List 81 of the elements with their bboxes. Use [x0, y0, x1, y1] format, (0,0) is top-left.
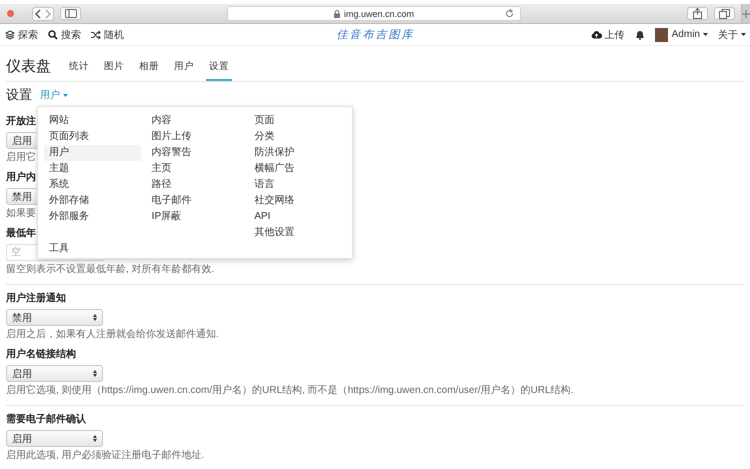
history-buttons[interactable] — [32, 6, 54, 20]
cloud-upload-icon — [590, 30, 602, 39]
select-field[interactable]: 启用 — [6, 430, 103, 447]
tab[interactable]: 图片 — [101, 60, 127, 81]
menu-item[interactable]: 内容 — [146, 113, 244, 129]
field-label: 用户名链接结构 — [6, 349, 76, 361]
select-field[interactable]: 禁用 — [6, 309, 103, 326]
tabs-icon — [718, 8, 730, 18]
nav-link[interactable]: 搜索 — [48, 28, 81, 42]
menu-item[interactable]: 电子邮件 — [146, 193, 244, 209]
menu-item[interactable]: 横幅广告 — [249, 161, 346, 177]
tab[interactable]: 相册 — [136, 60, 162, 81]
tab[interactable]: 设置 — [206, 60, 232, 81]
address-bar[interactable]: img.uwen.cn.com — [227, 6, 521, 21]
caret-icon — [703, 33, 708, 36]
shuffle-icon — [91, 30, 101, 40]
menu-item[interactable]: API — [249, 209, 346, 225]
section-dropdown[interactable]: 用户 — [40, 88, 68, 102]
menu-item[interactable]: IP屏蔽 — [146, 209, 244, 225]
nav-link[interactable]: 随机 — [91, 28, 124, 42]
back-icon — [34, 8, 42, 18]
menu-item[interactable]: 用户 — [44, 145, 141, 161]
upload-link[interactable]: 上传 — [590, 28, 625, 42]
close-dot[interactable] — [7, 10, 14, 17]
menu-item[interactable]: 主题 — [44, 161, 141, 177]
menu-item[interactable]: 路径 — [146, 177, 244, 193]
tabs-button[interactable] — [714, 7, 735, 20]
forward-icon — [44, 8, 52, 18]
new-tab-button[interactable] — [740, 4, 750, 23]
help-text: 如果要 — [6, 207, 36, 220]
menu-item[interactable]: 工具 — [44, 241, 141, 257]
search-icon — [48, 30, 58, 40]
menu-item[interactable]: 外部存储 — [44, 193, 141, 209]
layers-icon — [5, 30, 15, 40]
tab[interactable]: 用户 — [171, 60, 197, 81]
tab[interactable]: 统计 — [66, 60, 92, 81]
help-text: 启用它选项, 则使用（https://img.uwen.cn.com/用户名）的URL结构, 而不是（https://img.uwen.cn.com/user/用户名）的URL结构. — [6, 384, 574, 397]
menu-item[interactable]: 社交网络 — [249, 193, 346, 209]
help-text: 启用它 — [6, 151, 36, 164]
help-text: 启用此选项, 用户必须验证注册电子邮件地址. — [6, 449, 204, 462]
field-label: 开放注 — [6, 116, 36, 128]
share-icon — [692, 8, 702, 19]
updown-icon — [93, 314, 97, 321]
help-text: 启用之后，如果有人注册就会给你发送邮件通知. — [6, 328, 219, 341]
menu-item[interactable]: 主页 — [146, 161, 244, 177]
menu-item[interactable]: 内容警告 — [146, 145, 244, 161]
field-label: 用户内 — [6, 172, 36, 184]
url-text: img.uwen.cn.com — [344, 8, 414, 18]
notification-icon[interactable] — [634, 30, 645, 40]
user-menu[interactable]: Admin — [654, 28, 708, 42]
menu-item[interactable]: 其他设置 — [249, 225, 346, 241]
page-title: 仪表盘 — [6, 57, 51, 76]
menu-item[interactable]: 语言 — [249, 177, 346, 193]
site-logo[interactable]: 佳音布吉图库 — [336, 27, 414, 42]
nav-link[interactable]: 探索 — [5, 28, 38, 42]
field-label: 需要电子邮件确认 — [6, 414, 86, 426]
select-field[interactable]: 启用 — [6, 365, 103, 382]
updown-icon — [93, 370, 97, 377]
settings-title: 设置 — [6, 86, 32, 104]
menu-item[interactable]: 防洪保护 — [249, 145, 346, 161]
plus-icon — [742, 10, 750, 18]
menu-item[interactable]: 网站 — [44, 113, 141, 129]
menu-item[interactable]: 分类 — [249, 129, 346, 145]
caret-icon — [63, 94, 68, 96]
menu-item[interactable]: 页面列表 — [44, 129, 141, 145]
lock-icon — [334, 10, 340, 18]
share-button[interactable] — [686, 7, 708, 20]
updown-icon — [93, 435, 97, 442]
sidebar-icon — [64, 9, 77, 18]
avatar-placeholder — [654, 28, 668, 42]
menu-item[interactable]: 外部服务 — [44, 209, 141, 225]
about-menu[interactable]: 关于 — [718, 28, 746, 42]
menu-item[interactable]: 系统 — [44, 177, 141, 193]
caret-icon — [741, 33, 746, 36]
field-label: 最低年 — [6, 228, 36, 240]
field-label: 用户注册通知 — [6, 293, 66, 305]
menu-item[interactable]: 图片上传 — [146, 129, 244, 145]
reload-icon[interactable] — [504, 9, 514, 18]
menu-item[interactable]: 页面 — [249, 113, 346, 129]
sidebar-button[interactable] — [60, 7, 82, 20]
help-text: 留空则表示不设置最低年龄, 对所有年龄都有效. — [6, 263, 214, 276]
